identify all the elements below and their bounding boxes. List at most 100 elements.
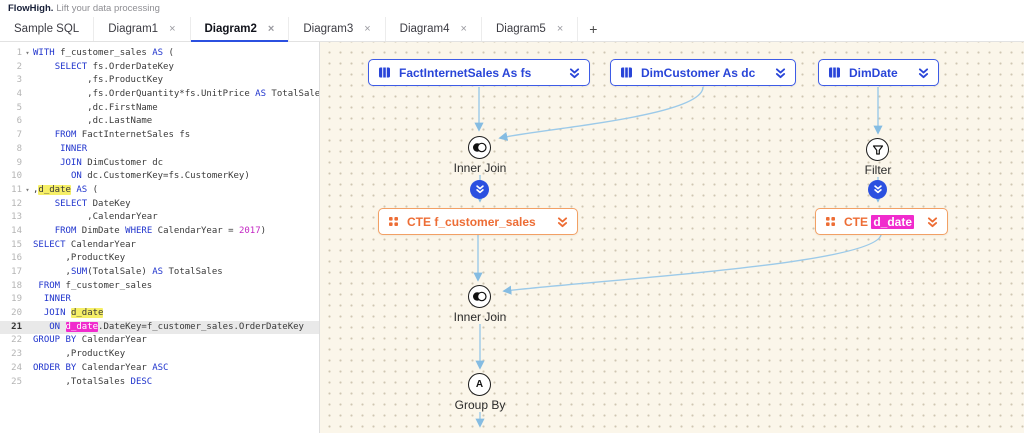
inner-join-node-2[interactable] [468, 285, 491, 308]
tab-label: Diagram1 [108, 23, 158, 35]
code-line[interactable]: 2 SELECT fs.OrderDateKey [0, 61, 319, 75]
line-number: 11 [0, 184, 22, 198]
fold-gutter [22, 307, 33, 321]
fold-gutter [22, 198, 33, 212]
line-number: 7 [0, 129, 22, 143]
close-icon[interactable]: × [169, 24, 175, 35]
code-line[interactable]: 20 JOIN d_date [0, 307, 319, 321]
code-line[interactable]: 11▾,d_date AS ( [0, 184, 319, 198]
operator-label: Inner Join [435, 161, 525, 175]
fold-gutter [22, 321, 33, 335]
code-line[interactable]: 1▾WITH f_customer_sales AS ( [0, 47, 319, 61]
table-node-factinternetsales[interactable]: FactInternetSales As fs [368, 59, 590, 86]
fold-gutter [22, 61, 33, 75]
line-number: 23 [0, 348, 22, 362]
code-line[interactable]: 3 ,fs.ProductKey [0, 74, 319, 88]
close-icon[interactable]: × [461, 24, 467, 35]
fold-gutter [22, 239, 33, 253]
code-line[interactable]: 23 ,ProductKey [0, 348, 319, 362]
chevron-double-down-icon[interactable] [918, 67, 929, 79]
flowhigh-app: FlowHigh. Lift your data processing Samp… [0, 0, 1024, 433]
tab-diagram5[interactable]: Diagram5 × [482, 17, 578, 41]
line-number: 14 [0, 225, 22, 239]
cte-node-d-date[interactable]: CTE d_date [815, 208, 948, 235]
fold-gutter [22, 252, 33, 266]
line-number: 13 [0, 211, 22, 225]
code-text: GROUP BY CalendarYear [33, 334, 319, 348]
close-icon[interactable]: × [364, 24, 370, 35]
table-columns-icon [828, 66, 841, 79]
fold-marker-icon[interactable]: ▾ [22, 47, 33, 61]
close-icon[interactable]: × [268, 24, 274, 35]
code-line[interactable]: 5 ,dc.FirstName [0, 102, 319, 116]
fold-gutter [22, 376, 33, 390]
code-line[interactable]: 12 SELECT DateKey [0, 198, 319, 212]
chevron-double-down-icon[interactable] [569, 67, 580, 79]
code-line[interactable]: 9 JOIN DimCustomer dc [0, 157, 319, 171]
tab-label: Diagram5 [496, 23, 546, 35]
chevron-double-down-icon[interactable] [927, 216, 938, 228]
tab-diagram3[interactable]: Diagram3 × [289, 17, 385, 41]
cte-node-label: CTE f_customer_sales [407, 215, 549, 229]
code-line[interactable]: 22 GROUP BY CalendarYear [0, 334, 319, 348]
line-number: 24 [0, 362, 22, 376]
table-node-dimdate[interactable]: DimDate [818, 59, 939, 86]
chevron-double-down-icon[interactable] [557, 216, 568, 228]
fold-gutter [22, 293, 33, 307]
table-node-dimcustomer[interactable]: DimCustomer As dc [610, 59, 796, 86]
fold-gutter [22, 129, 33, 143]
add-tab-button[interactable]: + [578, 17, 608, 41]
code-lines: 1▾WITH f_customer_sales AS (2 SELECT fs.… [0, 47, 319, 389]
chevron-double-down-icon [475, 184, 485, 195]
code-line[interactable]: 6 ,dc.LastName [0, 115, 319, 129]
expand-edge-button[interactable] [470, 180, 489, 199]
code-text: ,dc.FirstName [33, 102, 319, 116]
code-line[interactable]: 10 ON dc.CustomerKey=fs.CustomerKey) [0, 170, 319, 184]
code-line[interactable]: 24 ORDER BY CalendarYear ASC [0, 362, 319, 376]
line-number: 22 [0, 334, 22, 348]
fold-gutter [22, 74, 33, 88]
inner-join-icon [472, 142, 487, 153]
tab-diagram2[interactable]: Diagram2 × [191, 17, 290, 41]
tab-label: Sample SQL [14, 23, 79, 35]
code-text: FROM f_customer_sales [33, 280, 319, 294]
code-line[interactable]: 18 FROM f_customer_sales [0, 280, 319, 294]
code-line[interactable]: 16 ,ProductKey [0, 252, 319, 266]
code-text: ORDER BY CalendarYear ASC [33, 362, 319, 376]
code-line[interactable]: 19 INNER [0, 293, 319, 307]
line-number: 8 [0, 143, 22, 157]
chevron-double-down-icon[interactable] [775, 67, 786, 79]
code-line[interactable]: 25 ,TotalSales DESC [0, 376, 319, 390]
fold-gutter [22, 266, 33, 280]
tab-diagram1[interactable]: Diagram1 × [94, 17, 190, 41]
fold-gutter [22, 280, 33, 294]
fold-marker-icon[interactable]: ▾ [22, 184, 33, 198]
code-line[interactable]: 21 ON d_date.DateKey=f_customer_sales.Or… [0, 321, 319, 335]
cte-node-f-customer-sales[interactable]: CTE f_customer_sales [378, 208, 578, 235]
expand-edge-button[interactable] [868, 180, 887, 199]
code-line[interactable]: 8 INNER [0, 143, 319, 157]
close-icon[interactable]: × [557, 24, 563, 35]
code-text: ,dc.LastName [33, 115, 319, 129]
diagram-canvas[interactable]: FactInternetSales As fs DimCustomer As d… [320, 42, 1024, 433]
operator-label: Group By [435, 398, 525, 412]
code-line[interactable]: 7 FROM FactInternetSales fs [0, 129, 319, 143]
code-line[interactable]: 17 ,SUM(TotalSale) AS TotalSales [0, 266, 319, 280]
tab-sample-sql[interactable]: Sample SQL [0, 17, 94, 41]
code-text: ,CalendarYear [33, 211, 319, 225]
inner-join-node-1[interactable] [468, 136, 491, 159]
table-node-label: DimDate [849, 66, 910, 80]
brand-tagline: Lift your data processing [56, 3, 160, 14]
code-line[interactable]: 4 ,fs.OrderQuantity*fs.UnitPrice AS Tota… [0, 88, 319, 102]
code-line[interactable]: 13 ,CalendarYear [0, 211, 319, 225]
code-line[interactable]: 14 FROM DimDate WHERE CalendarYear = 201… [0, 225, 319, 239]
sql-editor[interactable]: 1▾WITH f_customer_sales AS (2 SELECT fs.… [0, 42, 320, 433]
operator-label: Filter [833, 163, 923, 177]
code-line[interactable]: 15SELECT CalendarYear [0, 239, 319, 253]
line-number: 25 [0, 376, 22, 390]
table-columns-icon [378, 66, 391, 79]
filter-node[interactable] [866, 138, 889, 161]
fold-gutter [22, 334, 33, 348]
group-by-node[interactable]: A [468, 373, 491, 396]
tab-diagram4[interactable]: Diagram4 × [386, 17, 482, 41]
